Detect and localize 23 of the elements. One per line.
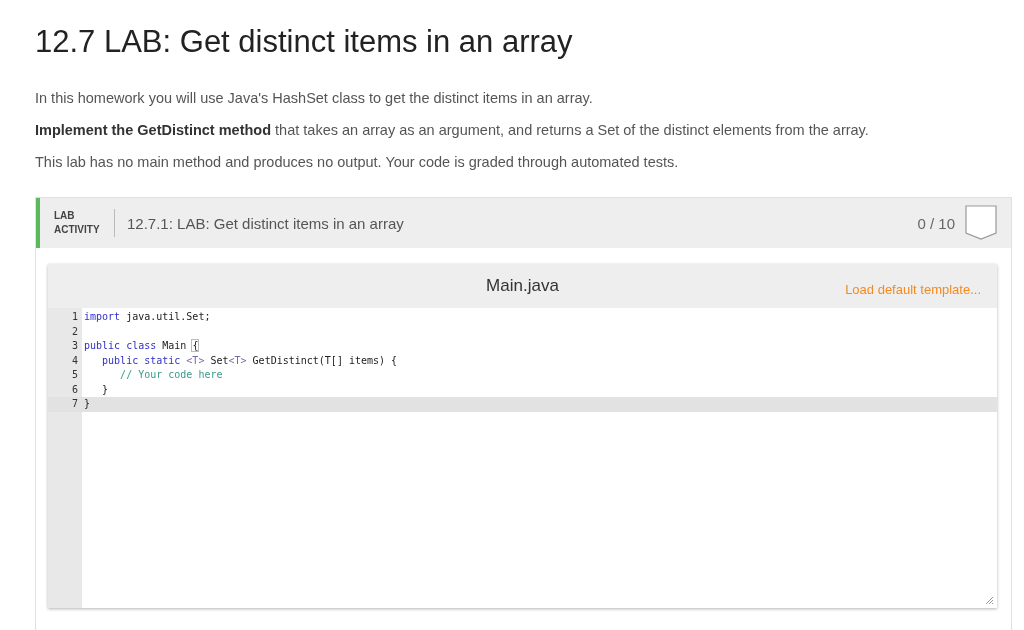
instruction-text: In this homework you will use Java's HashSet class to get the distinct items in an array. (35, 90, 594, 107)
line-number: 2 (70, 324, 79, 339)
score-text: 0 / 10 (917, 214, 955, 232)
activity-type-label: LAB ACTIVITY (54, 209, 115, 237)
line-number: 6 (70, 382, 79, 397)
instruction-text: Implement the GetDistinct method that takes an array as an argument, and returns a Set of the distinct elements from the array. (35, 122, 870, 139)
file-name: Main.java (486, 276, 559, 296)
code-line: // Your code here (119, 368, 223, 382)
code-editor[interactable]: 1 import java.util.Set; 2 3 public class Main { 4 public static <T> Set<T> GetDistinct(T[] items) { 5 // Your code here 6 } 7 } (48, 308, 997, 608)
line-number: 7 (70, 397, 79, 411)
code-line: public class Main { (84, 339, 199, 353)
activity-title: 12.7.1: LAB: Get distinct items in an array (127, 214, 405, 232)
line-number: 3 (70, 339, 79, 353)
code-line: } (84, 397, 91, 411)
line-number: 1 (70, 310, 79, 324)
page-title: 12.7 LAB: Get distinct items in an array (35, 24, 574, 60)
code-line: import java.util.Set; (84, 310, 211, 324)
resize-handle-icon[interactable] (984, 595, 994, 605)
code-line: } (101, 382, 109, 397)
line-number: 4 (70, 353, 79, 368)
code-line: public static <T> Set<T> GetDistinct(T[] items) { (101, 353, 398, 368)
instruction-text: This lab has no main method and produces no output. Your code is graded through automated tests. (35, 154, 680, 171)
line-number: 5 (70, 368, 79, 382)
